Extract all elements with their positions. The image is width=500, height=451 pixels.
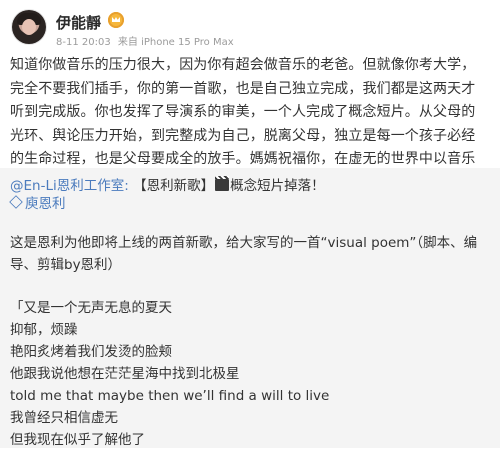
repost-intro: 这是恩利为他即将上线的两首新歌，给大家写的一首“visual poem”（脚本、…: [10, 235, 478, 273]
post-meta: 8-11 20:03 来自 iPhone 15 Pro Max: [56, 33, 238, 48]
repost-header: @En-Li恩利工作室: 【恩利新歌】 概念短片掉落！: [10, 176, 325, 196]
username[interactable]: 伊能靜: [56, 12, 101, 33]
post-date[interactable]: 8-11 20:03: [56, 37, 111, 48]
super-topic-tag[interactable]: 庾恩利: [9, 194, 66, 214]
super-topic-label[interactable]: 庾恩利: [25, 196, 66, 212]
poem-line: 他跟我说他想在茫茫星海中找到北极星: [10, 366, 240, 382]
vip-crown-icon[interactable]: [108, 12, 124, 28]
repost-author-link[interactable]: @En-Li恩利工作室: [10, 178, 124, 194]
poem-line: told me that maybe then we’ll find a wil…: [10, 388, 330, 404]
poem-line: 抑郁，烦躁: [10, 322, 78, 338]
repost-body: 这是恩利为他即将上线的两首新歌，给大家写的一首“visual poem”（脚本、…: [10, 232, 488, 451]
super-topic-diamond-icon: [9, 195, 23, 209]
weibo-post: 伊能靜 8-11 20:03 来自 iPhone 15 Pro Max 知道你做…: [0, 0, 500, 448]
post-source: 来自 iPhone 15 Pro Max: [117, 37, 234, 48]
poem-line: 「又是一个无声无息的夏天: [10, 300, 172, 316]
avatar-face: [22, 19, 36, 35]
repost-title-suffix: 概念短片掉落！: [230, 178, 325, 194]
clapper-board-icon: [215, 176, 230, 191]
repost-colon: :: [124, 178, 129, 194]
avatar[interactable]: [12, 10, 46, 44]
repost-block[interactable]: @En-Li恩利工作室: 【恩利新歌】 概念短片掉落！ 庾恩利 这是恩利为他即将上…: [0, 168, 500, 448]
repost-title: 【恩利新歌】: [133, 178, 215, 194]
poem-line: 我曾经只相信虚无: [10, 410, 118, 426]
poem-line: 艳阳炙烤着我们发烫的脸颊: [10, 344, 172, 360]
